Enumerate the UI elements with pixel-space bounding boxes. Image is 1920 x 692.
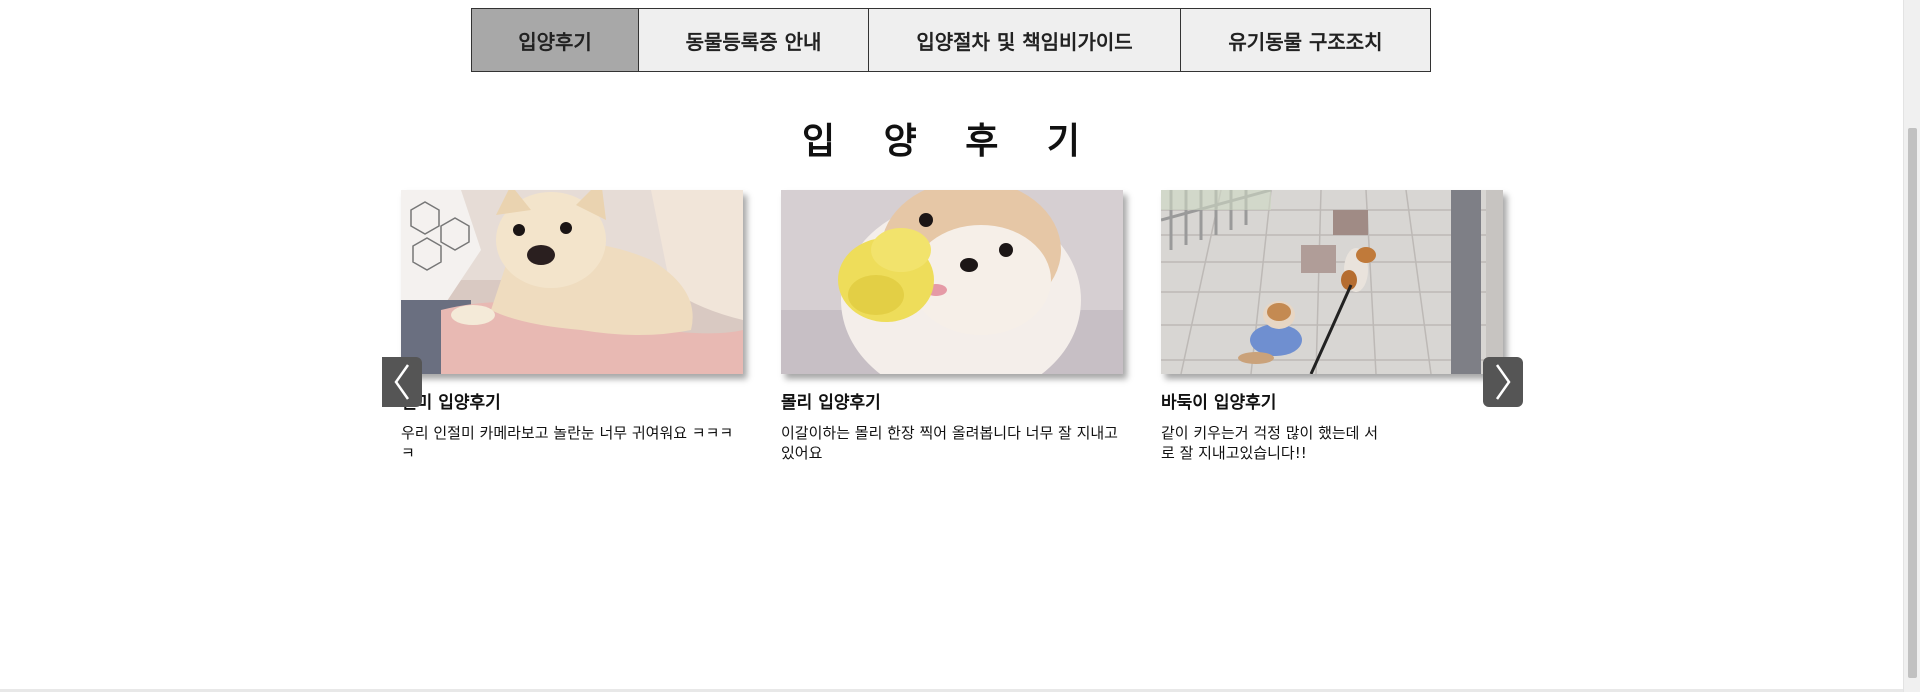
tab-adoption-reviews[interactable]: 입양후기 [472, 9, 639, 71]
review-title[interactable]: 절미 입양후기 [401, 388, 743, 413]
tab-bar: 입양후기 동물등록증 안내 입양절차 및 책임비가이드 유기동물 구조조치 [471, 8, 1431, 72]
chevron-right-icon [1495, 364, 1511, 400]
puppy-photo-chihuahua [401, 190, 743, 374]
review-photo[interactable] [1161, 190, 1503, 374]
scrollbar-thumb[interactable] [1908, 128, 1917, 678]
vertical-scrollbar[interactable] [1903, 0, 1920, 692]
page: 입양후기 동물등록증 안내 입양절차 및 책임비가이드 유기동물 구조조치 입 … [0, 0, 1920, 692]
review-photo[interactable] [781, 190, 1123, 374]
tab-rescue-measures[interactable]: 유기동물 구조조치 [1181, 9, 1430, 71]
review-description: 같이 키우는거 걱정 많이 했는데 서로 잘 지내고있습니다!! [1161, 424, 1379, 462]
section-title: 입 양 후 기 [801, 121, 1099, 162]
tab-adoption-procedure[interactable]: 입양절차 및 책임비가이드 [869, 9, 1181, 71]
review-card[interactable]: 바둑이 입양후기 같이 키우는거 걱정 많이 했는데 서로 잘 지내고있습니다!… [1161, 190, 1503, 463]
review-title[interactable]: 몰리 입양후기 [781, 388, 1123, 413]
chevron-left-icon [394, 364, 410, 400]
review-photo[interactable] [401, 190, 743, 374]
review-card[interactable]: 절미 입양후기 우리 인절미 카메라보고 놀란눈 너무 귀여워요 ㅋㅋㅋㅋ [401, 190, 743, 463]
tab-animal-registration[interactable]: 동물등록증 안내 [639, 9, 869, 71]
review-carousel: 절미 입양후기 우리 인절미 카메라보고 놀란눈 너무 귀여워요 ㅋㅋㅋㅋ 몰리… [401, 190, 1511, 480]
dogs-walking-photo [1161, 190, 1503, 374]
carousel-next-button[interactable] [1483, 357, 1523, 407]
review-description: 이갈이하는 몰리 한장 찍어 올려봅니다 너무 잘 지내고 있어요 [781, 424, 1118, 462]
review-title[interactable]: 바둑이 입양후기 [1161, 388, 1503, 413]
puppy-photo-pomeranian [781, 190, 1123, 374]
review-card[interactable]: 몰리 입양후기 이갈이하는 몰리 한장 찍어 올려봅니다 너무 잘 지내고 있어… [781, 190, 1123, 463]
review-description: 우리 인절미 카메라보고 놀란눈 너무 귀여워요 ㅋㅋㅋㅋ [401, 424, 734, 462]
carousel-prev-button[interactable] [382, 357, 422, 407]
